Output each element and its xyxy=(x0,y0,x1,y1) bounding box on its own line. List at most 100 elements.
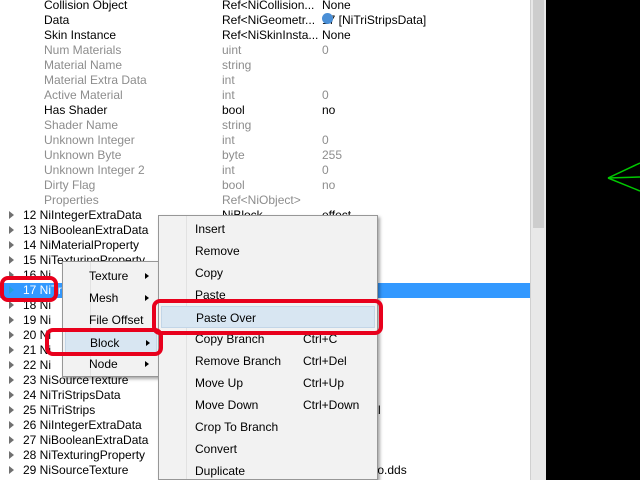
property-value[interactable]: 0 xyxy=(322,163,329,178)
property-value-text: 255 xyxy=(322,148,343,162)
property-type: bool xyxy=(222,103,245,117)
expand-arrow-icon[interactable] xyxy=(9,316,14,324)
property-value[interactable]: None xyxy=(322,0,351,13)
menu-item-paste-over[interactable]: Paste Over xyxy=(161,306,375,328)
scrollbar-thumb[interactable] xyxy=(533,0,544,228)
block-submenu[interactable]: Insert Remove Copy Paste Paste Over Copy Bran… xyxy=(158,215,378,480)
menu-item-move-down[interactable]: Move Down Ctrl+Down xyxy=(161,394,375,416)
menu-item-node[interactable]: Node xyxy=(65,353,157,375)
menu-item-remove-branch[interactable]: Remove Branch Ctrl+Del xyxy=(161,350,375,372)
expand-arrow-icon[interactable] xyxy=(9,241,14,249)
menu-item-insert[interactable]: Insert xyxy=(161,218,375,240)
expand-arrow-icon[interactable] xyxy=(9,376,14,384)
tree-node-label: 29 NiSourceTexture xyxy=(23,463,129,477)
menu-item-label: Convert xyxy=(195,442,238,456)
expand-arrow-icon[interactable] xyxy=(9,211,14,219)
expand-arrow-icon[interactable] xyxy=(9,436,14,444)
menu-item-remove[interactable]: Remove xyxy=(161,240,375,262)
menu-item-mesh[interactable]: Mesh xyxy=(65,287,157,309)
property-row[interactable]: Material Name string xyxy=(0,58,530,73)
expand-arrow-icon[interactable] xyxy=(9,391,14,399)
tree-node-label: 26 NiIntegerExtraData xyxy=(23,418,142,432)
property-type: int xyxy=(222,133,235,147)
menu-item-copy[interactable]: Copy xyxy=(161,262,375,284)
property-name: Skin Instance xyxy=(44,28,117,42)
tree-node-label: 28 NiTexturingProperty xyxy=(23,448,146,462)
expand-arrow-icon[interactable] xyxy=(9,346,14,354)
property-value[interactable]: 0 xyxy=(322,88,329,103)
property-value-text: 17 [NiTriStripsData] xyxy=(322,13,427,27)
menu-item-copy-branch[interactable]: Copy Branch Ctrl+C xyxy=(161,328,375,350)
menu-item-shortcut: Ctrl+Up xyxy=(303,376,345,390)
tree-node-label: 13 NiBooleanExtraData xyxy=(23,223,149,237)
tree-node-label: 17 NiTri xyxy=(23,283,65,297)
expand-arrow-icon[interactable] xyxy=(9,361,14,369)
render-viewport[interactable] xyxy=(546,0,640,480)
property-name: Active Material xyxy=(44,88,123,102)
tree-node-label: 12 NiIntegerExtraData xyxy=(23,208,142,222)
expand-arrow-icon[interactable] xyxy=(9,421,14,429)
menu-item-move-up[interactable]: Move Up Ctrl+Up xyxy=(161,372,375,394)
property-value[interactable]: 255 xyxy=(322,148,342,163)
expand-arrow-icon[interactable] xyxy=(9,271,14,279)
menu-item-block[interactable]: Block xyxy=(65,331,157,353)
property-value[interactable]: no xyxy=(322,178,335,193)
property-value[interactable]: None xyxy=(322,28,351,43)
property-row[interactable]: Unknown Integer 2 int 0 xyxy=(0,163,530,178)
property-name: Data xyxy=(44,13,70,27)
property-name: Dirty Flag xyxy=(44,178,96,192)
property-value-text: 0 xyxy=(322,43,329,57)
menu-item-paste[interactable]: Paste xyxy=(161,284,375,306)
property-row[interactable]: Active Material int 0 xyxy=(0,88,530,103)
property-value[interactable]: no xyxy=(322,103,335,118)
property-row[interactable]: Shader Name string xyxy=(0,118,530,133)
property-row[interactable]: Num Materials uint 0 xyxy=(0,43,530,58)
property-row[interactable]: Unknown Integer int 0 xyxy=(0,133,530,148)
tree-node-label: 19 Ni xyxy=(23,313,52,327)
property-row[interactable]: Properties Ref<NiObject> xyxy=(0,193,530,208)
ref-link-icon xyxy=(322,13,333,24)
property-row[interactable]: Material Extra Data int xyxy=(0,73,530,88)
expand-arrow-icon[interactable] xyxy=(9,226,14,234)
property-name: Collision Object xyxy=(44,0,128,12)
property-name: Unknown Integer xyxy=(44,133,135,147)
property-type: byte xyxy=(222,148,245,162)
property-value-text: no xyxy=(322,103,336,117)
expand-arrow-icon[interactable] xyxy=(9,256,14,264)
expand-arrow-icon[interactable] xyxy=(9,301,14,309)
property-row[interactable]: Unknown Byte byte 255 xyxy=(0,148,530,163)
property-name: Unknown Integer 2 xyxy=(44,163,145,177)
menu-item-label: Paste Over xyxy=(196,311,257,325)
menu-item-duplicate[interactable]: Duplicate xyxy=(161,460,375,480)
property-row[interactable]: Has Shader bool no xyxy=(0,103,530,118)
property-row[interactable]: Dirty Flag bool no xyxy=(0,178,530,193)
expand-arrow-icon[interactable] xyxy=(9,466,14,474)
menu-item-texture[interactable]: Texture xyxy=(65,265,157,287)
menu-item-label: Copy xyxy=(195,266,224,280)
menu-item-file-offset[interactable]: File Offset xyxy=(65,309,157,331)
property-type: Ref<NiCollision... xyxy=(222,0,315,12)
expand-arrow-icon[interactable] xyxy=(9,286,14,294)
property-row[interactable]: Collision Object Ref<NiCollision... None xyxy=(0,0,530,13)
menu-item-convert[interactable]: Convert xyxy=(161,438,375,460)
tree-node-label: 20 Ni xyxy=(23,328,52,342)
menu-item-crop-to-branch[interactable]: Crop To Branch xyxy=(161,416,375,438)
property-value[interactable]: 17 [NiTriStripsData] xyxy=(322,13,426,28)
submenu-arrow-icon xyxy=(146,340,150,346)
tree-scrollbar[interactable] xyxy=(530,0,546,480)
expand-arrow-icon[interactable] xyxy=(9,331,14,339)
menu-item-label: Move Down xyxy=(195,398,259,412)
menu-item-shortcut: Ctrl+C xyxy=(303,332,338,346)
property-value-text: 0 xyxy=(322,133,329,147)
property-type: Ref<NiGeometr... xyxy=(222,13,316,27)
expand-arrow-icon[interactable] xyxy=(9,406,14,414)
property-name: Has Shader xyxy=(44,103,108,117)
property-value[interactable]: 0 xyxy=(322,43,329,58)
menu-item-label: Block xyxy=(90,336,120,350)
property-row[interactable]: Skin Instance Ref<NiSkinInsta... None xyxy=(0,28,530,43)
property-row[interactable]: Data Ref<NiGeometr... 17 [NiTriStripsData] xyxy=(0,13,530,28)
context-menu[interactable]: Texture Mesh File Offset Block Node xyxy=(62,261,160,377)
property-value[interactable]: 0 xyxy=(322,133,329,148)
menu-item-label: Mesh xyxy=(89,291,119,305)
expand-arrow-icon[interactable] xyxy=(9,451,14,459)
